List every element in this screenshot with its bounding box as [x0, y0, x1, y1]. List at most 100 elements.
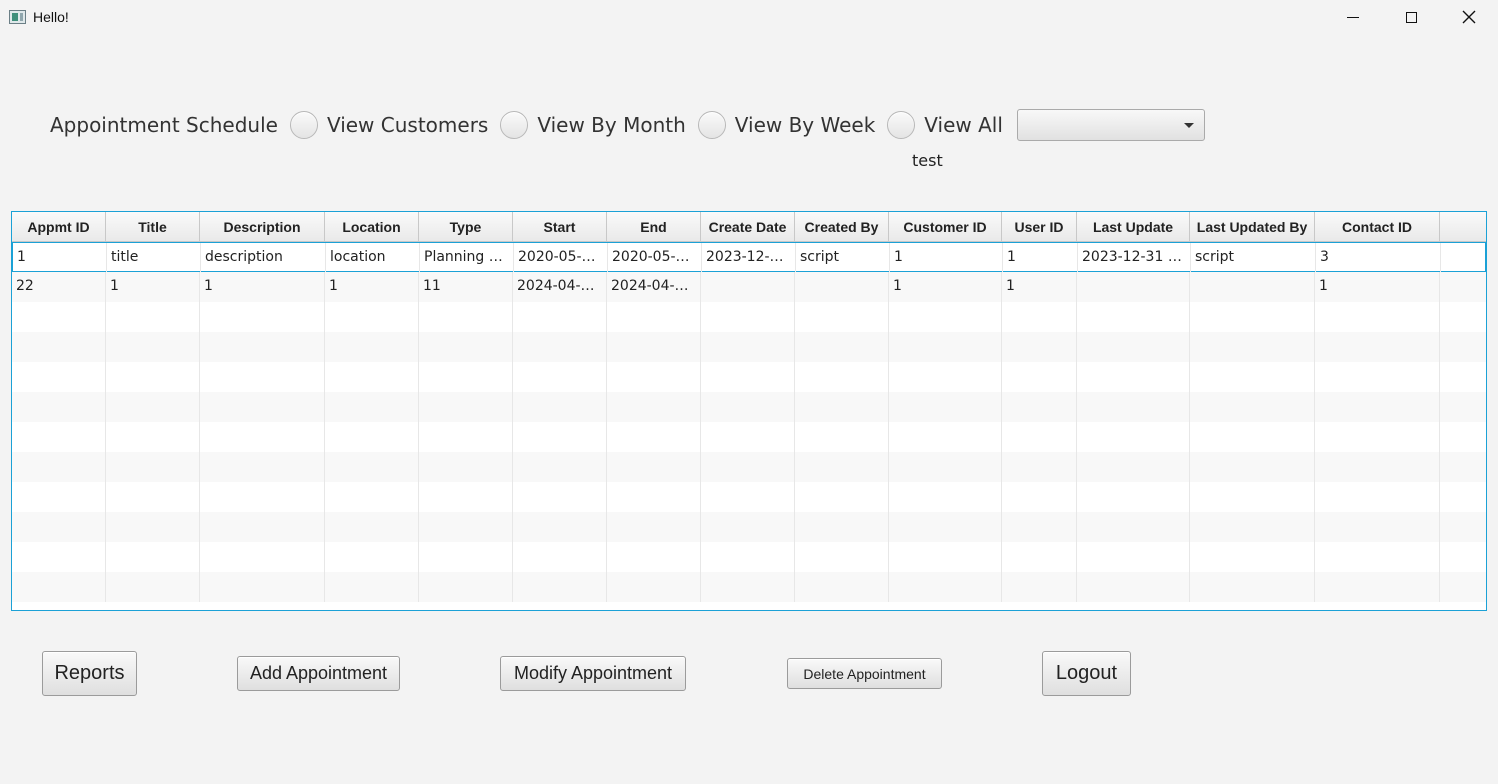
- empty-cell: [325, 332, 419, 362]
- empty-cell: [1315, 332, 1440, 362]
- table-cell: 11: [419, 272, 513, 302]
- empty-cell: [12, 512, 106, 542]
- table-cell: 1: [106, 272, 200, 302]
- empty-cell: [607, 422, 701, 452]
- column-header[interactable]: Title: [106, 212, 200, 242]
- minimize-icon: [1347, 16, 1359, 18]
- empty-cell: [889, 512, 1002, 542]
- table-cell: 1: [1003, 243, 1078, 273]
- column-header[interactable]: User ID: [1002, 212, 1077, 242]
- empty-cell: [1077, 542, 1190, 572]
- title-bar: Hello!: [0, 0, 1498, 36]
- empty-cell: [513, 572, 607, 602]
- window-title: Hello!: [33, 9, 69, 25]
- empty-cell: [1190, 422, 1315, 452]
- column-header[interactable]: Last Update: [1077, 212, 1190, 242]
- column-header[interactable]: Start: [513, 212, 607, 242]
- filter-combo-box[interactable]: [1016, 109, 1205, 141]
- empty-cell: [325, 362, 419, 392]
- empty-cell: [200, 392, 325, 422]
- empty-cell: [1315, 542, 1440, 572]
- empty-cell: [795, 362, 889, 392]
- column-header[interactable]: Contact ID: [1315, 212, 1440, 242]
- empty-cell: [419, 572, 513, 602]
- appointments-table[interactable]: Appmt ID Title Description Location Type…: [11, 211, 1487, 611]
- table-row[interactable]: 22 1 1 1 11 2024-04-0... 2024-04-1... 1 …: [12, 272, 1486, 302]
- empty-cell: [325, 512, 419, 542]
- column-header[interactable]: Customer ID: [889, 212, 1002, 242]
- table-cell: script: [1191, 243, 1316, 273]
- table-cell: description: [201, 243, 326, 273]
- empty-cell: [889, 452, 1002, 482]
- empty-cell: [513, 332, 607, 362]
- radio-circle-icon: [697, 111, 726, 139]
- empty-table-row: [12, 362, 1486, 392]
- empty-table-row: [12, 482, 1486, 512]
- empty-cell: [12, 422, 106, 452]
- empty-cell: [795, 332, 889, 362]
- modify-appointment-button[interactable]: Modify Appointment: [500, 656, 686, 691]
- empty-cell: [513, 362, 607, 392]
- empty-cell: [889, 332, 1002, 362]
- empty-cell: [795, 302, 889, 332]
- add-appointment-button[interactable]: Add Appointment: [237, 656, 400, 691]
- column-header[interactable]: Type: [419, 212, 513, 242]
- empty-cell: [325, 302, 419, 332]
- table-cell: 22: [12, 272, 106, 302]
- empty-cell: [419, 512, 513, 542]
- empty-cell: [513, 392, 607, 422]
- view-by-month-radio[interactable]: View By Month: [500, 111, 686, 139]
- column-header[interactable]: Last Updated By: [1190, 212, 1315, 242]
- delete-appointment-button[interactable]: Delete Appointment: [787, 658, 942, 689]
- column-header[interactable]: Location: [325, 212, 419, 242]
- empty-cell: [701, 422, 795, 452]
- empty-cell: [1315, 362, 1440, 392]
- empty-cell: [106, 392, 200, 422]
- empty-cell: [1002, 512, 1077, 542]
- empty-cell: [1315, 452, 1440, 482]
- empty-column-header: [1440, 212, 1486, 242]
- empty-cell: [795, 452, 889, 482]
- empty-cell: [325, 392, 419, 422]
- empty-cell: [419, 362, 513, 392]
- close-button[interactable]: [1440, 0, 1498, 34]
- empty-cell: [1190, 302, 1315, 332]
- column-header[interactable]: End: [607, 212, 701, 242]
- maximize-button[interactable]: [1382, 0, 1440, 34]
- empty-cell: [701, 362, 795, 392]
- view-by-week-radio[interactable]: View By Week: [697, 111, 875, 139]
- table-cell: 1: [325, 272, 419, 302]
- empty-cell: [795, 542, 889, 572]
- minimize-button[interactable]: [1324, 0, 1382, 34]
- table-row[interactable]: 1 title description location Planning S.…: [12, 242, 1486, 273]
- view-customers-label: View Customers: [326, 113, 489, 137]
- empty-cell: [607, 512, 701, 542]
- empty-cell: [325, 422, 419, 452]
- empty-cell: [1002, 572, 1077, 602]
- empty-cell: [12, 482, 106, 512]
- view-customers-radio[interactable]: View Customers: [289, 111, 489, 139]
- table-cell: 2023-12-3...: [702, 243, 796, 273]
- table-cell: location: [326, 243, 420, 273]
- column-header[interactable]: Appmt ID: [12, 212, 106, 242]
- column-header[interactable]: Create Date: [701, 212, 795, 242]
- empty-cell: [1190, 482, 1315, 512]
- empty-cell: [1315, 302, 1440, 332]
- table-cell: 1: [890, 243, 1003, 273]
- app-icon: [9, 10, 26, 24]
- empty-cell: [106, 332, 200, 362]
- table-cell: 3: [1316, 243, 1441, 273]
- empty-cell: [1190, 572, 1315, 602]
- empty-cell: [419, 392, 513, 422]
- column-header[interactable]: Created By: [795, 212, 889, 242]
- column-header[interactable]: Description: [200, 212, 325, 242]
- view-all-radio[interactable]: View All: [887, 111, 1003, 139]
- empty-cell: [701, 332, 795, 362]
- empty-cell: [200, 302, 325, 332]
- logout-button[interactable]: Logout: [1042, 651, 1131, 696]
- radio-circle-icon: [289, 111, 318, 139]
- empty-cell: [12, 392, 106, 422]
- empty-cell: [12, 452, 106, 482]
- reports-button[interactable]: Reports: [42, 651, 137, 696]
- empty-cell: [701, 572, 795, 602]
